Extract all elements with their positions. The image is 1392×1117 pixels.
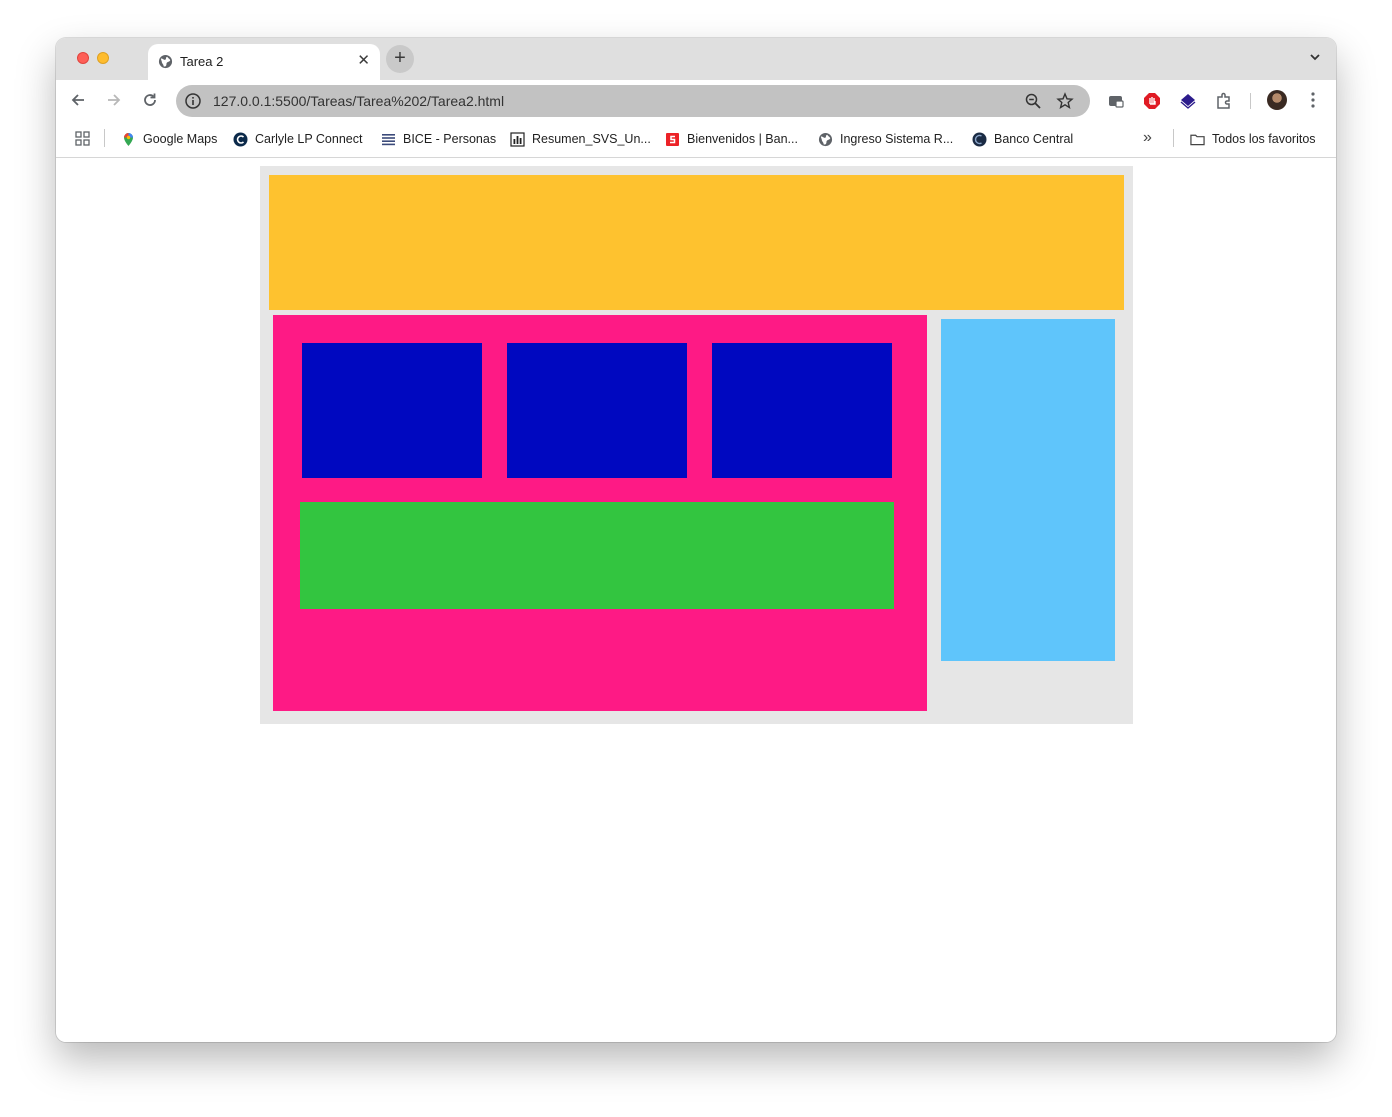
bookmark-label: Todos los favoritos xyxy=(1212,132,1316,146)
bookmark-label: Resumen_SVS_Un... xyxy=(532,132,651,146)
new-tab-button[interactable]: + xyxy=(386,45,414,73)
santander-icon xyxy=(666,132,679,146)
bookmark-label: Carlyle LP Connect xyxy=(255,132,363,146)
url-text: 127.0.0.1:5500/Tareas/Tarea%202/Tarea2.h… xyxy=(213,93,505,109)
apps-grid-icon[interactable] xyxy=(75,131,90,146)
bookmark-banco-central[interactable]: Banco Central xyxy=(972,130,1073,148)
green-block xyxy=(300,502,894,609)
bookmark-star-icon[interactable] xyxy=(1056,92,1074,110)
incognito-extension-icon[interactable] xyxy=(1107,92,1125,110)
chart-icon xyxy=(510,131,525,147)
page-viewport xyxy=(56,158,1336,1042)
adblock-extension-icon[interactable] xyxy=(1143,92,1161,110)
bookmark-resumen-svs[interactable]: Resumen_SVS_Un... xyxy=(510,130,651,148)
forward-arrow-icon[interactable] xyxy=(104,90,124,110)
layout-container xyxy=(260,166,1133,724)
extensions-puzzle-icon[interactable] xyxy=(1215,92,1233,110)
layers-extension-icon[interactable] xyxy=(1179,92,1197,110)
more-menu-icon[interactable] xyxy=(1310,90,1316,110)
globe-icon xyxy=(818,132,833,146)
chevron-down-icon[interactable] xyxy=(1308,50,1322,64)
bookmark-label: Ingreso Sistema R... xyxy=(840,132,954,146)
header-block xyxy=(269,175,1124,310)
tab-tarea-2[interactable]: Tarea 2 ✕ xyxy=(148,44,380,80)
tab-strip: Tarea 2 ✕ + xyxy=(56,38,1336,332)
bookmarks-overflow-button[interactable]: » xyxy=(1143,129,1152,147)
minimize-window-button[interactable] xyxy=(97,52,109,64)
bookmarks-bar: Google Maps Carlyle LP Connect BICE - Pe… xyxy=(56,120,1336,158)
bookmark-bice[interactable]: BICE - Personas xyxy=(381,130,496,148)
toolbar-divider xyxy=(1250,93,1251,109)
close-window-button[interactable] xyxy=(77,52,89,64)
site-info-icon[interactable] xyxy=(184,92,202,110)
bookmarks-divider xyxy=(104,129,105,147)
bookmark-ingreso-sistema[interactable]: Ingreso Sistema R... xyxy=(818,130,953,148)
blue-box-1 xyxy=(302,343,482,478)
browser-window: Tarea 2 ✕ + 127.0.0.1:5500/Tareas/Tarea%… xyxy=(56,38,1336,1042)
close-tab-icon[interactable]: ✕ xyxy=(357,52,370,70)
reload-icon[interactable] xyxy=(140,90,160,110)
bookmark-label: Bienvenidos | Ban... xyxy=(687,132,798,146)
zoom-icon[interactable] xyxy=(1024,92,1042,110)
toolbar: 127.0.0.1:5500/Tareas/Tarea%202/Tarea2.h… xyxy=(56,80,1336,120)
all-bookmarks-folder[interactable]: Todos los favoritos xyxy=(1190,130,1316,148)
bookmark-google-maps[interactable]: Google Maps xyxy=(121,130,217,148)
main-block xyxy=(273,315,927,711)
bookmark-label: Google Maps xyxy=(143,132,218,146)
blue-box-2 xyxy=(507,343,687,478)
bookmark-carlyle[interactable]: Carlyle LP Connect xyxy=(233,130,362,148)
bookmark-label: Banco Central xyxy=(994,132,1074,146)
profile-avatar[interactable] xyxy=(1267,90,1287,110)
aside-block xyxy=(941,319,1115,661)
back-arrow-icon[interactable] xyxy=(68,90,88,110)
bookmarks-divider xyxy=(1173,129,1174,147)
globe-icon xyxy=(158,54,173,69)
folder-icon xyxy=(1190,134,1205,145)
carlyle-icon xyxy=(233,132,248,146)
address-bar[interactable]: 127.0.0.1:5500/Tareas/Tarea%202/Tarea2.h… xyxy=(176,85,1090,117)
blue-box-3 xyxy=(712,343,892,478)
google-maps-icon xyxy=(124,132,133,146)
bice-icon xyxy=(382,133,395,145)
bookmark-label: BICE - Personas xyxy=(403,132,497,146)
banco-central-icon xyxy=(972,132,987,146)
tab-title: Tarea 2 xyxy=(180,54,224,69)
bookmark-bienvenidos[interactable]: Bienvenidos | Ban... xyxy=(665,130,798,148)
